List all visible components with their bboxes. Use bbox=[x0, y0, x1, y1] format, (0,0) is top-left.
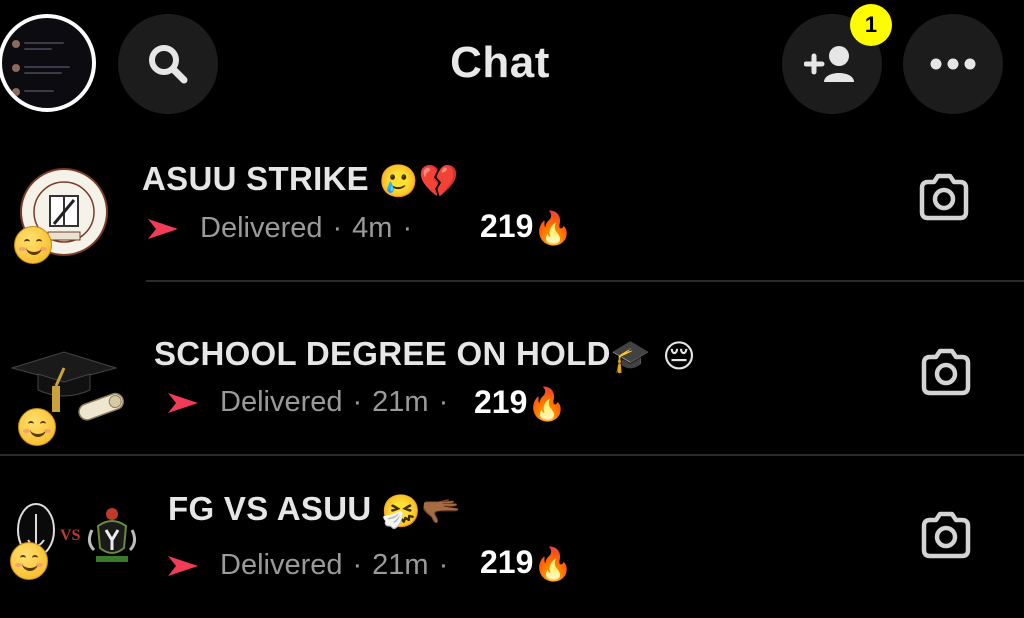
notification-badge: 1 bbox=[850, 4, 892, 46]
divider bbox=[0, 454, 1024, 456]
delivered-arrow-icon bbox=[168, 392, 198, 413]
fire-icon: 🔥 bbox=[533, 545, 574, 583]
svg-text:VS: VS bbox=[60, 527, 81, 544]
chat-name: SCHOOL DEGREE ON HOLD🎓 😔 bbox=[154, 335, 696, 375]
delivered-arrow-icon bbox=[168, 555, 198, 576]
chat-status: Delivered · 21m · bbox=[166, 386, 458, 419]
chat-name: FG VS ASUU 🤧🫳🏾 bbox=[168, 490, 462, 530]
more-icon bbox=[930, 58, 976, 70]
chat-name-emoji: 🎓 😔 bbox=[610, 337, 696, 375]
chat-name: ASUU STRIKE 🥲💔 bbox=[142, 160, 459, 200]
friend-emoji-icon bbox=[18, 408, 56, 446]
fire-icon: 🔥 bbox=[533, 209, 574, 247]
more-button[interactable] bbox=[903, 14, 1003, 114]
camera-icon[interactable] bbox=[914, 168, 974, 228]
delivered-arrow-icon bbox=[148, 218, 178, 239]
streak-count: 219🔥 bbox=[480, 544, 574, 583]
fire-icon: 🔥 bbox=[527, 385, 568, 423]
chat-name-emoji: 🥲💔 bbox=[378, 162, 459, 200]
chat-status: Delivered · 4m · bbox=[146, 212, 422, 245]
friend-emoji-icon bbox=[14, 226, 52, 264]
streak-count: 219🔥 bbox=[480, 208, 574, 247]
chat-name-emoji: 🤧🫳🏾 bbox=[380, 492, 462, 530]
friend-emoji-icon bbox=[10, 542, 48, 580]
chat-status: Delivered · 21m · bbox=[166, 549, 458, 582]
camera-icon[interactable] bbox=[916, 506, 976, 566]
streak-count: 219🔥 bbox=[474, 384, 568, 423]
add-friend-icon bbox=[804, 46, 854, 82]
divider bbox=[146, 280, 1024, 282]
camera-icon[interactable] bbox=[916, 343, 976, 403]
